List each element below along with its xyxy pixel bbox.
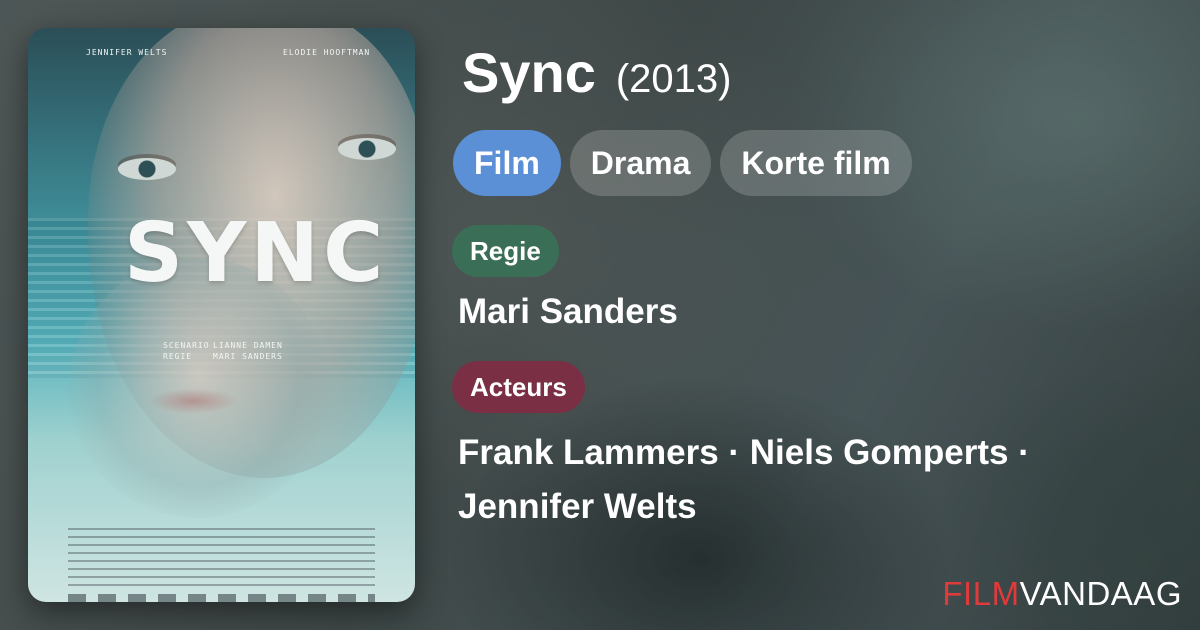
tag-drama[interactable]: Drama <box>569 130 712 196</box>
regie-badge: Regie <box>452 225 559 277</box>
acteurs-badge: Acteurs <box>452 361 585 413</box>
poster-credit-roles: SCENARIO REGIE <box>163 341 210 361</box>
film-title: Sync <box>462 41 596 104</box>
poster-logos <box>68 594 375 602</box>
actors-list[interactable]: Frank Lammers · Niels Gomperts · Jennife… <box>458 426 1138 534</box>
title-row: Sync (2013) <box>462 40 731 105</box>
film-year: (2013) <box>615 57 732 101</box>
tag-korte-film[interactable]: Korte film <box>720 130 912 196</box>
poster-credit-names: LIANNE DAMEN MARI SANDERS <box>213 341 283 361</box>
tag-film[interactable]: Film <box>453 130 561 196</box>
logo-part-vandaag: VANDAAG <box>1019 575 1182 612</box>
poster-eye-right <box>338 138 396 160</box>
genre-tags: Film Drama Korte film <box>453 130 912 196</box>
poster-mouth <box>148 388 238 414</box>
poster-image: JENNIFER WELTS ELODIE HOOFTMAN SYNC SCEN… <box>28 28 415 602</box>
poster-credit-block <box>68 528 375 590</box>
poster-actor-left: JENNIFER WELTS <box>86 48 168 57</box>
poster-title: SYNC <box>124 206 388 301</box>
filmvandaag-logo[interactable]: FILM VANDAAG <box>942 575 1182 613</box>
logo-part-film: FILM <box>942 575 1020 612</box>
poster-eye-left <box>118 158 176 180</box>
director-name[interactable]: Mari Sanders <box>458 292 678 332</box>
poster-actor-right: ELODIE HOOFTMAN <box>283 48 371 57</box>
